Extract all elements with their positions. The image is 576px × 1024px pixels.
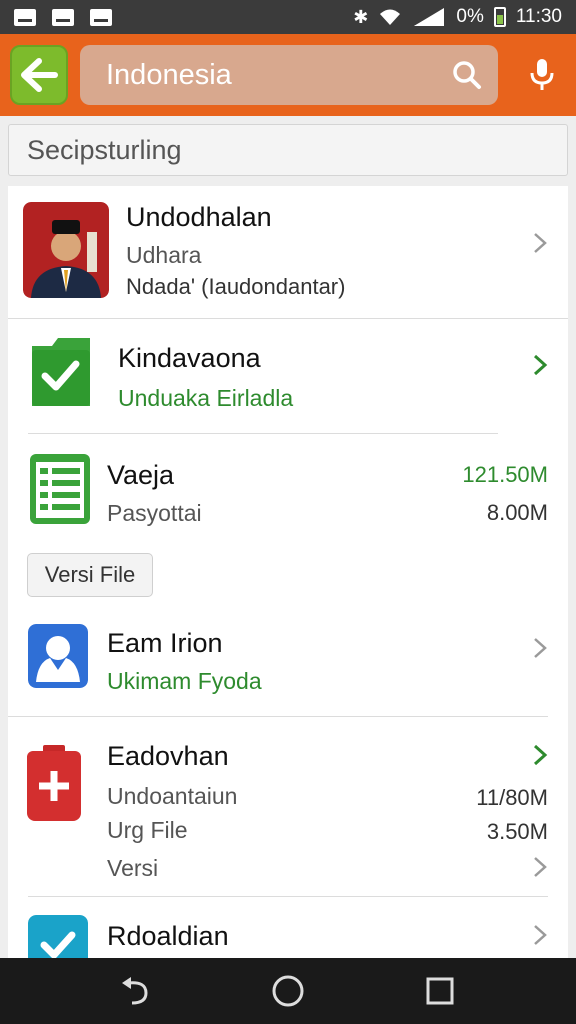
home-nav-icon <box>272 975 304 1007</box>
list-item[interactable]: Vaeja Pasyottai 121.50M 8.00M <box>8 434 568 544</box>
status-bar: ✱ 0% 11:30 <box>0 0 576 34</box>
list-item[interactable]: Eam Irion Ukimam Fyoda <box>8 606 568 716</box>
list-item[interactable]: Rdoaldian <box>8 897 568 958</box>
item-subtitle: Udhara <box>126 242 202 268</box>
item-title: Eadovhan <box>107 741 229 771</box>
item-size-secondary: 8.00M <box>486 500 548 525</box>
list-item[interactable]: Undodhalan Udhara Ndada' (Iaudondantar) <box>8 186 568 318</box>
mic-icon <box>530 59 554 90</box>
item-title: Vaeja <box>107 460 175 490</box>
navigation-bar <box>0 958 576 1024</box>
app-list: Undodhalan Udhara Ndada' (Iaudondantar) … <box>8 186 568 958</box>
item-version-label: Versi <box>107 855 159 881</box>
list-item[interactable]: Eadovhan Undoantaiun Urg File Versi 11/8… <box>8 717 568 895</box>
back-button[interactable] <box>10 45 68 105</box>
wifi-icon <box>380 9 401 25</box>
blue-check-icon <box>28 915 88 958</box>
image-icon <box>14 8 36 26</box>
section-header: Secipsturling <box>8 124 568 176</box>
blue-person-icon <box>28 624 88 688</box>
list-item[interactable]: Kindavaona Unduaka Eirladla <box>8 319 568 433</box>
bluetooth-icon: ✱ <box>353 7 369 27</box>
clock: 11:30 <box>515 6 562 27</box>
nav-home-button[interactable] <box>268 971 308 1011</box>
item-title: Rdoaldian <box>107 921 229 951</box>
item-subtitle: Ukimam Fyoda <box>107 668 262 694</box>
item-title: Undodhalan <box>126 202 272 232</box>
signal-text: 0% <box>456 6 484 27</box>
recents-nav-icon <box>426 977 454 1005</box>
battery-icon <box>493 7 506 27</box>
item-size-primary: 121.50M <box>462 462 548 487</box>
chevron-right-icon <box>533 354 548 376</box>
chevron-right-icon <box>534 638 547 658</box>
back-arrow-icon <box>21 58 58 92</box>
search-icon[interactable] <box>452 60 482 90</box>
item-size-primary: 11/80M <box>476 785 548 810</box>
version-file-button[interactable]: Versi File <box>27 553 153 597</box>
section-header-label: Secipsturling <box>27 134 182 165</box>
chevron-right-icon <box>534 857 547 877</box>
red-plus-icon <box>27 745 81 821</box>
search-box[interactable]: Indonesia <box>80 45 498 105</box>
mail-icon <box>52 8 74 26</box>
item-size-secondary: 3.50M <box>486 819 548 844</box>
item-subtitle: Pasyottai <box>107 500 202 526</box>
green-folder-check-icon <box>32 338 90 406</box>
item-file-label: Urg File <box>107 817 188 843</box>
item-title: Kindavaona <box>118 343 261 373</box>
portrait-icon <box>23 202 109 298</box>
notification-icon <box>90 8 112 26</box>
chevron-right-icon <box>533 744 548 766</box>
chevron-right-icon <box>534 925 547 945</box>
search-input[interactable]: Indonesia <box>106 59 452 92</box>
item-subtitle: Unduaka Eirladla <box>118 385 294 411</box>
item-subtitle: Undoantaiun <box>107 783 238 809</box>
chevron-right-icon <box>534 233 547 253</box>
spreadsheet-icon <box>30 454 90 524</box>
signal-icon <box>414 8 445 26</box>
item-title: Eam Irion <box>107 628 223 658</box>
nav-recents-button[interactable] <box>420 971 460 1011</box>
item-detail: Ndada' (Iaudondantar) <box>126 274 346 299</box>
nav-back-button[interactable] <box>116 971 156 1011</box>
back-nav-icon <box>122 977 148 1005</box>
toolbar: Indonesia <box>0 34 576 116</box>
mic-button[interactable] <box>522 50 562 100</box>
